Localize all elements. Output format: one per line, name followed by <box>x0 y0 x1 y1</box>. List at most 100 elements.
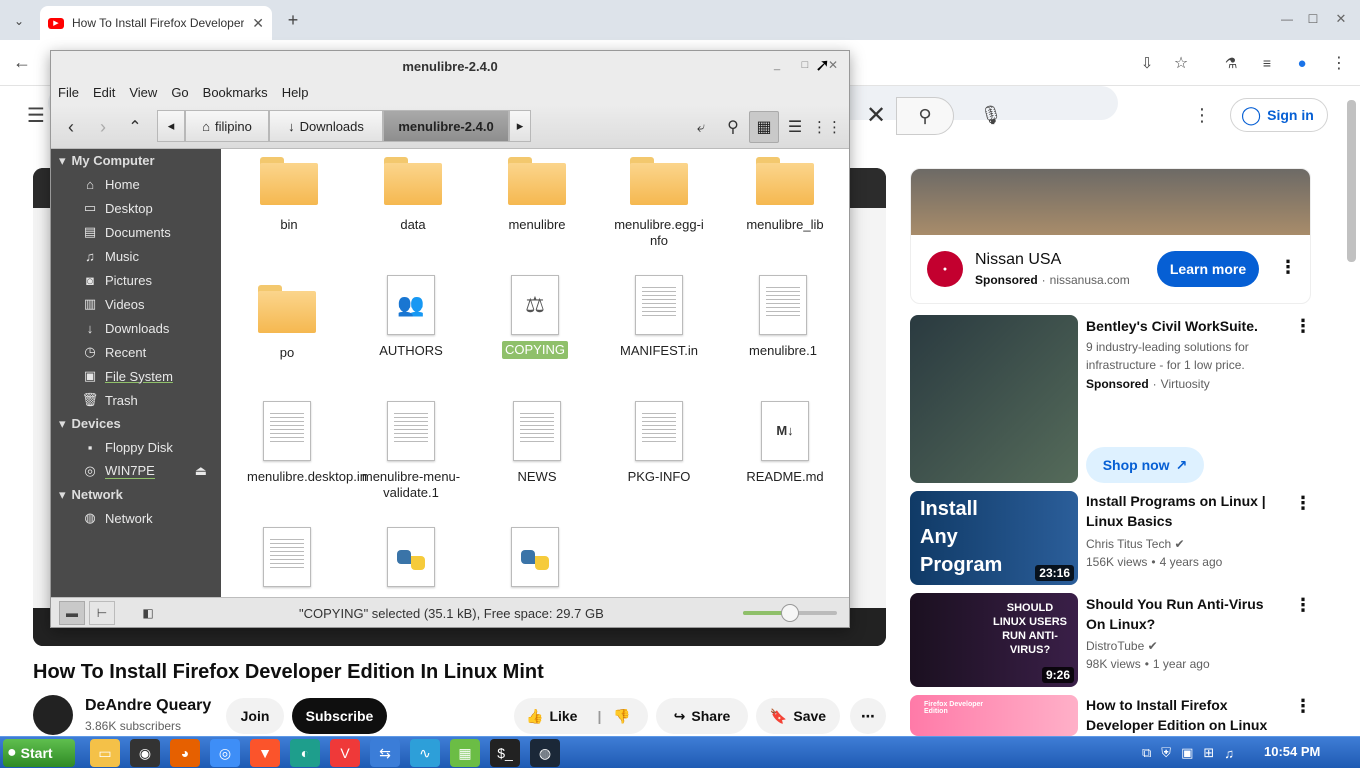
file-item-python[interactable] <box>349 527 473 587</box>
ad-banner-image[interactable] <box>911 169 1310 235</box>
sidebar-item-win7pe[interactable]: ◎ WIN7PE ⏏ <box>51 459 221 483</box>
thumbs-up-icon[interactable]: 👍 <box>526 708 543 725</box>
sign-in-button[interactable]: ◯ Sign in <box>1230 98 1328 132</box>
file-item-folder[interactable]: data <box>351 157 475 233</box>
file-item-authors[interactable]: 👥 AUTHORS <box>349 275 473 359</box>
rec-channel[interactable]: Chris Titus Tech ✔ <box>1086 535 1185 553</box>
zoom-slider-handle[interactable] <box>781 604 799 622</box>
section-network[interactable]: ▾ Network <box>51 483 221 506</box>
file-item-copying-selected[interactable]: ⚖ COPYING <box>473 275 597 359</box>
menu-bookmarks[interactable]: Bookmarks <box>196 81 275 105</box>
sidebar-item-home[interactable]: ⌂ Home <box>51 172 221 196</box>
obs-icon[interactable]: ◉ <box>130 739 160 767</box>
show-treeview-icon[interactable]: ⊢ <box>89 601 115 625</box>
rec-more-icon[interactable]: ⋮ <box>1294 595 1312 616</box>
window-titlebar[interactable]: menulibre-2.4.0 <box>51 51 849 81</box>
rec-more-icon[interactable]: ⋮ <box>1294 696 1312 717</box>
sidebar-item-recent[interactable]: ◷ Recent <box>51 340 221 364</box>
promo-more-icon[interactable]: ⋮ <box>1294 316 1312 337</box>
maximize-icon[interactable]: ☐ <box>1304 10 1322 28</box>
remote-desktop-icon[interactable]: ⇆ <box>370 739 400 767</box>
search-icon[interactable]: ⚲ <box>721 115 745 139</box>
sponsored-ad-card[interactable]: ● Nissan USA Sponsored · nissanusa.com Lea… <box>910 168 1311 304</box>
network-icon[interactable]: ⊞ <box>1203 745 1214 761</box>
up-nav-icon[interactable]: ⌃ <box>123 115 147 139</box>
breadcrumb-right-arrow-icon[interactable]: ▸ <box>509 110 531 142</box>
window-maximize-icon[interactable]: □ <box>797 57 813 73</box>
file-item-text[interactable]: PKG-INFO <box>597 401 721 485</box>
rec-title[interactable]: Install Programs on Linux | Linux Basics <box>1086 491 1286 531</box>
sidebar-item-file-system[interactable]: ▣ File System <box>51 364 221 388</box>
shop-now-button[interactable]: Shop now ↗ <box>1086 447 1204 483</box>
sidebar-item-desktop[interactable]: ▭ Desktop <box>51 196 221 220</box>
clipboard-icon[interactable]: ▣ <box>1181 745 1193 761</box>
calculator-icon[interactable]: ▦ <box>450 739 480 767</box>
forward-nav-icon[interactable]: › <box>91 115 115 139</box>
tab-list-chevron-icon[interactable]: ⌄ <box>8 10 30 32</box>
show-places-icon[interactable]: ▬ <box>59 601 85 625</box>
sidebar-item-music[interactable]: ♫ Music <box>51 244 221 268</box>
menu-file[interactable]: File <box>51 81 86 105</box>
file-item-text[interactable]: menulibre.desktop.in <box>225 401 367 485</box>
file-item-text[interactable] <box>225 527 349 587</box>
sidebar-item-documents[interactable]: ▤ Documents <box>51 220 221 244</box>
breadcrumb-home[interactable]: ⌂ filipino <box>185 110 269 142</box>
hide-sidebar-icon[interactable]: ◧ <box>135 601 161 625</box>
bookmark-star-icon[interactable]: ☆ <box>1170 52 1192 74</box>
sidebar-item-trash[interactable]: 🗑 Trash <box>51 388 221 412</box>
breadcrumb-left-arrow-icon[interactable]: ◂ <box>157 110 185 142</box>
file-item-folder[interactable]: menulibre <box>475 157 599 233</box>
sidebar-item-videos[interactable]: ▥ Videos <box>51 292 221 316</box>
share-button[interactable]: ↪ Share <box>656 698 748 734</box>
page-scrollbar-thumb[interactable] <box>1347 100 1356 262</box>
search-button[interactable]: ⚲ <box>896 97 954 135</box>
brave-icon[interactable]: ▼ <box>250 739 280 767</box>
promo-thumbnail[interactable] <box>910 315 1078 483</box>
vivaldi-icon[interactable]: V <box>330 739 360 767</box>
subscribe-button[interactable]: Subscribe <box>292 698 387 734</box>
section-devices[interactable]: ▾ Devices <box>51 412 221 435</box>
new-tab-plus-icon[interactable]: + <box>282 8 304 32</box>
settings-dots-icon[interactable]: ⋮ <box>1190 102 1214 128</box>
rec-thumbnail[interactable]: Install Any Program 23:16 <box>910 491 1078 585</box>
compact-view-icon[interactable]: ⋮⋮ <box>812 115 842 139</box>
toggle-location-icon[interactable]: ⤶ <box>689 115 713 139</box>
back-nav-icon[interactable]: ‹ <box>59 115 83 139</box>
rec-more-icon[interactable]: ⋮ <box>1294 493 1312 514</box>
rec-title[interactable]: Should You Run Anti-Virus On Linux? <box>1086 594 1286 634</box>
ad-more-icon[interactable]: ⋮ <box>1279 257 1297 278</box>
install-app-icon[interactable]: ⇩ <box>1136 52 1158 74</box>
system-monitor-icon[interactable]: ∿ <box>410 739 440 767</box>
channel-name[interactable]: DeAndre Queary <box>85 697 211 715</box>
save-button[interactable]: 🔖 Save <box>756 698 840 734</box>
list-view-icon[interactable]: ☰ <box>783 115 807 139</box>
hamburger-menu-icon[interactable]: ☰ <box>24 104 48 127</box>
section-my-computer[interactable]: ▾ My Computer <box>51 149 221 172</box>
clock[interactable]: 10:54 PM <box>1264 744 1320 759</box>
browser-menu-icon[interactable]: ⋮ <box>1328 52 1350 74</box>
join-button[interactable]: Join <box>226 698 284 734</box>
steam-icon[interactable]: ◍ <box>530 739 560 767</box>
file-item-text[interactable]: MANIFEST.in <box>597 275 721 359</box>
zoom-slider[interactable] <box>743 604 837 622</box>
channel-avatar[interactable] <box>33 695 73 735</box>
chrome-icon[interactable]: ◎ <box>210 739 240 767</box>
file-item-text[interactable]: menulibre.1 <box>721 275 845 359</box>
window-switcher-icon[interactable]: ⧉ <box>1142 745 1151 761</box>
labs-flask-icon[interactable]: ⚗ <box>1220 52 1242 74</box>
thumbs-down-icon[interactable]: 👎 <box>613 708 630 725</box>
rec-thumbnail[interactable]: SHOULD LINUX USERS RUN ANTI-VIRUS? 9:26 <box>910 593 1078 687</box>
file-item-text[interactable]: menulibre-menu-validate.1 <box>349 401 473 501</box>
file-item-python[interactable] <box>473 527 597 587</box>
promo-title[interactable]: Bentley's Civil WorkSuite. <box>1086 316 1286 336</box>
file-item-folder[interactable]: menulibre_lib <box>723 157 847 233</box>
icon-view-grid-icon[interactable]: ▦ <box>749 111 779 143</box>
file-item-folder[interactable]: po <box>225 283 349 361</box>
window-minimize-icon[interactable]: _ <box>769 57 785 73</box>
breadcrumb-current[interactable]: menulibre-2.4.0 <box>383 110 509 142</box>
sidebar-item-network[interactable]: ◍ Network <box>51 506 221 530</box>
tab-close-icon[interactable]: ✕ <box>252 15 264 32</box>
clear-search-icon[interactable]: ✕ <box>856 99 896 131</box>
terminal-icon[interactable]: $_ <box>490 739 520 767</box>
minimize-icon[interactable]: — <box>1278 10 1296 28</box>
